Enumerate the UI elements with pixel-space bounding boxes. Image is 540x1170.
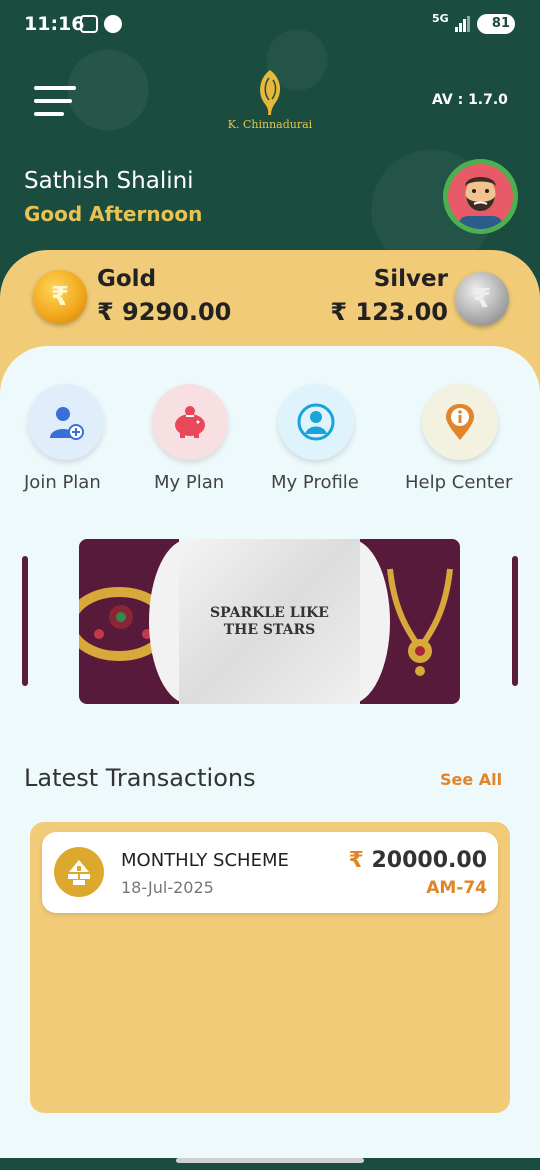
greeting: Good Afternoon: [24, 202, 203, 226]
my-profile-button[interactable]: [278, 384, 354, 460]
menu-icon[interactable]: [34, 86, 76, 118]
avatar[interactable]: [443, 159, 518, 234]
banner-tagline: SPARKLE LIKE THE STARS: [199, 605, 340, 639]
promo-banner[interactable]: SPARKLE LIKE THE STARS: [79, 539, 460, 704]
silver-coin-icon: ₹: [455, 272, 509, 326]
transaction-amount-value: 20000.00: [371, 848, 487, 873]
rupee-symbol: ₹: [348, 848, 364, 873]
my-profile-label: My Profile: [271, 472, 359, 493]
screenshot-icon: [80, 15, 98, 33]
transaction-id: AM-74: [426, 878, 487, 898]
user-name: Sathish Shalini: [24, 168, 194, 194]
info-pin-icon: [446, 404, 474, 440]
signal-icon: [455, 16, 471, 32]
carousel-prev-slide[interactable]: [22, 556, 28, 686]
necklace-image: [387, 568, 453, 676]
system-nav-bar: [0, 1158, 540, 1170]
add-user-icon: [50, 407, 84, 440]
join-plan-label: Join Plan: [24, 472, 101, 493]
transaction-date: 18-Jul-2025: [121, 878, 214, 897]
profile-icon: [297, 403, 335, 441]
my-plan-button[interactable]: [152, 384, 228, 460]
avatar-icon: [458, 177, 503, 229]
network-indicator: 5G: [432, 12, 449, 25]
home-gesture-handle[interactable]: [176, 1158, 364, 1163]
status-bar: 11:16 5G 81: [0, 0, 540, 52]
help-center-button[interactable]: [422, 384, 498, 460]
gold-bars-icon: [54, 847, 104, 897]
app-notification-icon: [104, 15, 122, 33]
tagline-line1: SPARKLE LIKE: [210, 605, 329, 621]
gold-label: Gold: [97, 266, 157, 292]
peacock-feather-logo: [260, 70, 281, 115]
app-version: AV : 1.7.0: [432, 92, 508, 108]
silver-label: Silver: [373, 266, 448, 292]
my-plan-label: My Plan: [154, 472, 225, 493]
tagline-line2: THE STARS: [223, 622, 316, 638]
piggy-bank-icon: [175, 406, 205, 438]
section-title: Latest Transactions: [24, 764, 256, 792]
silver-value: ₹ 123.00: [330, 298, 448, 326]
transaction-name: MONTHLY SCHEME: [121, 850, 289, 871]
help-center-label: Help Center: [405, 472, 513, 493]
brand-logo: K. Chinnadurai: [222, 68, 318, 138]
see-all-link[interactable]: See All: [440, 770, 502, 789]
status-time: 11:16: [24, 13, 85, 35]
brand-name: K. Chinnadurai: [227, 118, 313, 131]
join-plan-button[interactable]: [28, 384, 104, 460]
carousel-next-slide[interactable]: [512, 556, 518, 686]
battery-icon: 81: [477, 14, 515, 34]
gold-coin-icon: ₹: [33, 270, 87, 324]
gold-value: ₹ 9290.00: [97, 298, 232, 326]
transaction-amount: ₹ 20000.00: [349, 848, 488, 873]
